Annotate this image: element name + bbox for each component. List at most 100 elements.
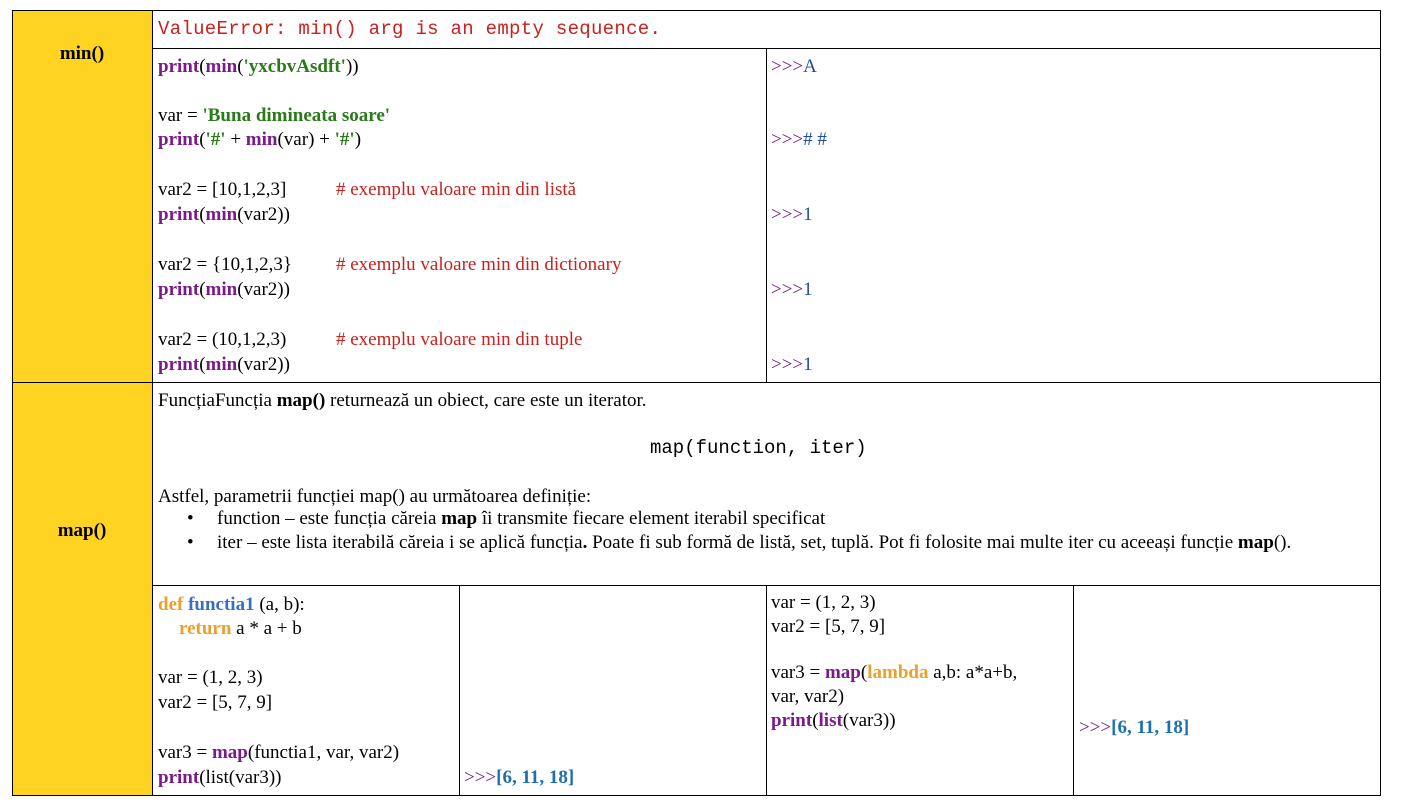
code-text: + [225, 129, 246, 150]
keyword: print [158, 204, 200, 225]
output-prompt: >>> [771, 129, 804, 150]
output-value: A [803, 56, 817, 77]
output-prompt: >>> [771, 56, 804, 77]
keyword: print [158, 354, 200, 375]
code-text: var3 = [158, 742, 212, 763]
code-text: (functia1, var, var2) [247, 742, 400, 763]
output-line: >>>1 [771, 204, 813, 226]
row-divider [12, 382, 1381, 383]
code-text: (a, b): [254, 594, 305, 615]
bold-text: map() [276, 390, 326, 411]
code-line: var2 = {10,1,2,3} [158, 254, 292, 276]
keyword: min [205, 354, 238, 375]
code-text: (list(var3)) [199, 767, 282, 788]
bold-text: map [441, 508, 478, 529]
code-text: (var2)) [237, 204, 290, 225]
text: Poate fi sub formă de listă, set, tuplă.… [587, 532, 1238, 553]
output-line: >>>1 [771, 279, 813, 301]
output-line: >>>A [771, 56, 817, 78]
code-text: a,b: a*a+b, [928, 662, 1018, 683]
code-comment: # exemplu valoare min din tuple [336, 329, 583, 350]
map-signature: map(function, iter) [650, 437, 867, 459]
keyword: min [205, 56, 238, 77]
punct: )) [345, 56, 359, 77]
code-text: a * a + b [231, 618, 302, 639]
text: returnează un obiect, care este un itera… [325, 390, 647, 411]
keyword: map [824, 662, 861, 683]
code-line: var2 = (10,1,2,3) [158, 329, 286, 351]
output-value: [6, 11, 18] [496, 767, 575, 788]
keyword: return [179, 618, 232, 639]
keyword: min [245, 129, 278, 150]
map-example-1-output: >>>[6, 11, 18] [464, 767, 574, 789]
output-value: # # [803, 129, 827, 150]
map-example-2-output: >>>[6, 11, 18] [1079, 717, 1189, 739]
text: îi transmite fiecare element iterabil sp… [477, 508, 826, 529]
code-line: var = (1, 2, 3) [771, 592, 876, 613]
code-line: def functia1 (a, b): [158, 594, 305, 616]
code-line: print(list(var3)) [771, 710, 896, 732]
output-prompt: >>> [1079, 717, 1112, 738]
string-literal: '#' [334, 129, 355, 150]
punct: ) [354, 129, 362, 150]
keyword: print [158, 56, 200, 77]
min-label-cell [12, 10, 152, 382]
label-column-divider [152, 10, 153, 796]
table-border-right [1380, 10, 1381, 796]
map-row-label: map() [57, 520, 107, 541]
code-text: var2 = {10,1,2,3} [158, 254, 292, 275]
keyword: print [158, 129, 200, 150]
keyword: print [158, 279, 200, 300]
code-line: return a * a + b [179, 618, 302, 640]
code-line: var3 = map(lambda a,b: a*a+b, [771, 662, 1017, 684]
code-line: print(min(var2)) [158, 279, 290, 301]
code-text: (var2)) [237, 279, 290, 300]
bullet-item: iter – este lista iterabilă căreia i se … [217, 532, 1291, 554]
table-border-top [12, 10, 1381, 11]
output-line: >>># # [771, 129, 827, 151]
code-line: var, var2) [771, 686, 845, 707]
string-literal: '#' [205, 129, 226, 150]
output-prompt: >>> [771, 204, 804, 225]
code-text: var = [158, 105, 203, 126]
text: FuncțiaFuncția [158, 390, 277, 411]
text: (). [1273, 532, 1292, 553]
text: function – este funcția căreia [217, 508, 442, 529]
output-value: 1 [803, 354, 813, 375]
keyword: print [158, 767, 200, 788]
code-line: print(min(var2)) [158, 354, 290, 376]
min-output-divider [766, 48, 767, 382]
code-text: (var3)) [842, 710, 896, 731]
keyword: def [158, 594, 184, 615]
code-text: var2 = (10,1,2,3) [158, 329, 287, 350]
output-prompt: >>> [464, 767, 497, 788]
code-text: var3 = [771, 662, 825, 683]
code-line: var2 = [10,1,2,3] [158, 179, 286, 201]
map-label-cell [12, 382, 152, 796]
output-prompt: >>> [771, 354, 804, 375]
output-value: 1 [803, 279, 813, 300]
code-text: (var2)) [237, 354, 290, 375]
bullet-icon: • [187, 508, 194, 529]
code-line: var = (1, 2, 3) [158, 667, 263, 688]
map-example-divider-2 [766, 585, 767, 796]
keyword: min [205, 279, 238, 300]
map-example-divider-3 [1073, 585, 1074, 796]
keyword: lambda [867, 662, 929, 683]
code-comment: # exemplu valoare min din listă [336, 179, 577, 200]
code-line: var3 = map(functia1, var, var2) [158, 742, 399, 764]
keyword: list [818, 710, 843, 731]
min-row-label: min() [59, 43, 105, 64]
string-literal: 'Buna dimineata soare' [202, 105, 391, 126]
code-line: print(min('yxcbvAsdft')) [158, 56, 359, 78]
code-line: print('#' + min(var) + '#') [158, 129, 361, 151]
bold-text: map [1237, 532, 1274, 553]
bullet-item: function – este funcția căreia map îi tr… [217, 508, 825, 530]
params-intro: Astfel, parametrii funcției map() au urm… [158, 486, 592, 507]
output-value: [6, 11, 18] [1111, 717, 1190, 738]
output-prompt: >>> [771, 279, 804, 300]
code-line: print(min(var2)) [158, 204, 290, 226]
map-example-divider-1 [459, 585, 460, 796]
text: iter – este lista iterabilă căreia i se … [217, 532, 583, 553]
function-name: functia1 [188, 594, 255, 615]
